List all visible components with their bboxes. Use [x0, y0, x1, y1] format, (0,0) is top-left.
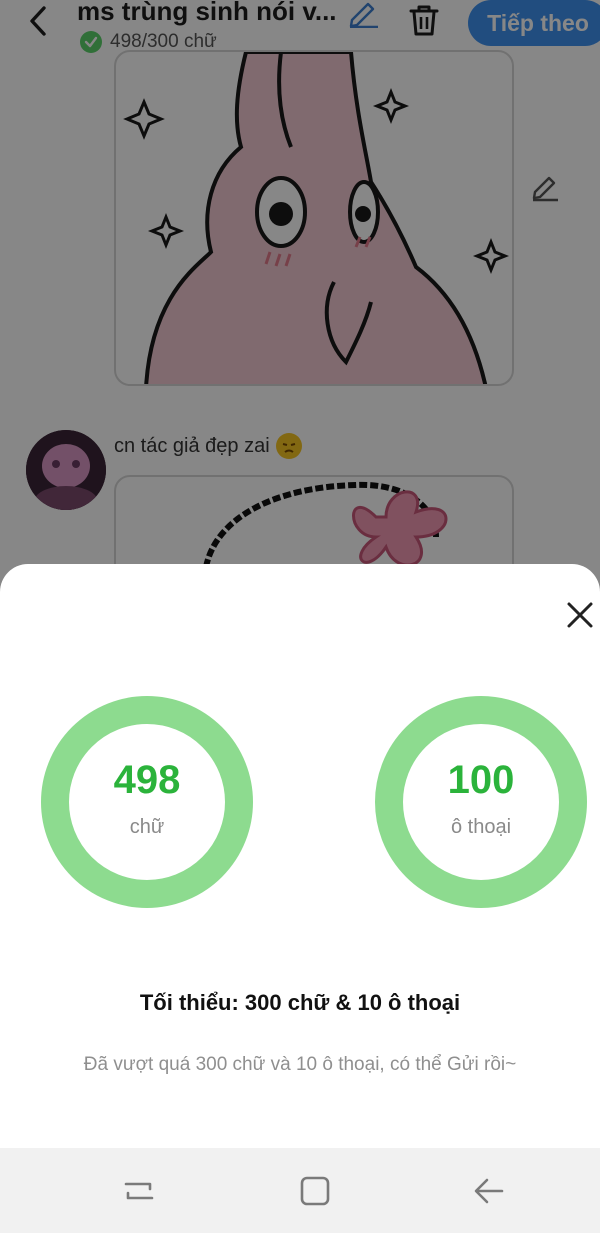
dialog-count-ring: 100 ô thoại [375, 696, 587, 908]
dialog-count-value: 100 [447, 757, 515, 802]
recent-apps-button[interactable] [116, 1168, 162, 1214]
close-icon [567, 602, 593, 628]
word-count-value: 498 [113, 757, 181, 802]
system-nav-bar [0, 1148, 600, 1233]
editor-screen: ms trùng sinh nói v... 498/300 chữ Tiếp … [0, 0, 600, 620]
dialog-count-label: ô thoại [450, 815, 512, 838]
home-button[interactable] [292, 1168, 338, 1214]
close-button[interactable] [560, 595, 600, 635]
system-back-button[interactable] [466, 1168, 512, 1214]
word-count-label: chữ [129, 815, 165, 838]
modal-overlay[interactable] [0, 0, 600, 620]
arrow-left-icon [474, 1178, 504, 1204]
word-count-ring: 498 chữ [41, 696, 253, 908]
minimum-requirement: Tối thiểu: 300 chữ & 10 ô thoại [139, 990, 461, 1015]
status-hint: Đã vượt quá 300 chữ và 10 ô thoại, có th… [83, 1054, 517, 1075]
home-square-icon [300, 1176, 330, 1206]
recent-apps-icon [124, 1182, 154, 1200]
